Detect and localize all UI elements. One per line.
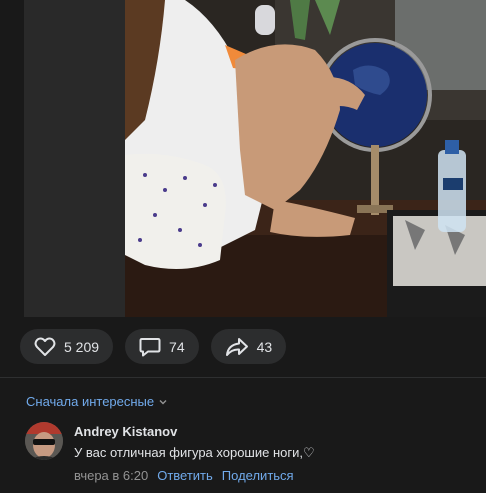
- comment-bubble-icon: [139, 337, 161, 356]
- comment-button[interactable]: 74: [125, 329, 199, 364]
- chevron-down-icon: [159, 399, 167, 404]
- post-photo-container[interactable]: [24, 0, 486, 317]
- comment-text: У вас отличная фигура хорошие ноги,♡: [74, 445, 315, 460]
- section-divider: [0, 377, 486, 378]
- avatar-image: [25, 422, 63, 460]
- comment-body: Andrey Kistanov У вас отличная фигура хо…: [74, 424, 476, 483]
- comments-sort-dropdown[interactable]: Сначала интересные: [26, 394, 168, 409]
- comment-count: 74: [169, 338, 185, 355]
- share-comment-link[interactable]: Поделиться: [222, 468, 294, 483]
- avatar[interactable]: [25, 422, 63, 460]
- share-button[interactable]: 43: [210, 329, 287, 364]
- share-arrow-icon: [225, 337, 248, 356]
- share-count: 43: [256, 338, 273, 355]
- comment-meta: вчера в 6:20 Ответить Поделиться: [74, 468, 476, 483]
- comment-author[interactable]: Andrey Kistanov: [74, 424, 476, 439]
- like-count: 5 209: [64, 338, 100, 355]
- heart-icon: [34, 337, 56, 356]
- comment-time[interactable]: вчера в 6:20: [74, 468, 148, 483]
- comments-sort-label: Сначала интересные: [26, 394, 155, 409]
- post-photo[interactable]: [125, 0, 486, 317]
- like-button[interactable]: 5 209: [20, 329, 114, 364]
- reply-link[interactable]: Ответить: [157, 468, 213, 483]
- photo-illustration: [125, 0, 486, 317]
- post-actions: 5 209 74 43: [20, 329, 287, 364]
- photo-side-area: [24, 0, 125, 317]
